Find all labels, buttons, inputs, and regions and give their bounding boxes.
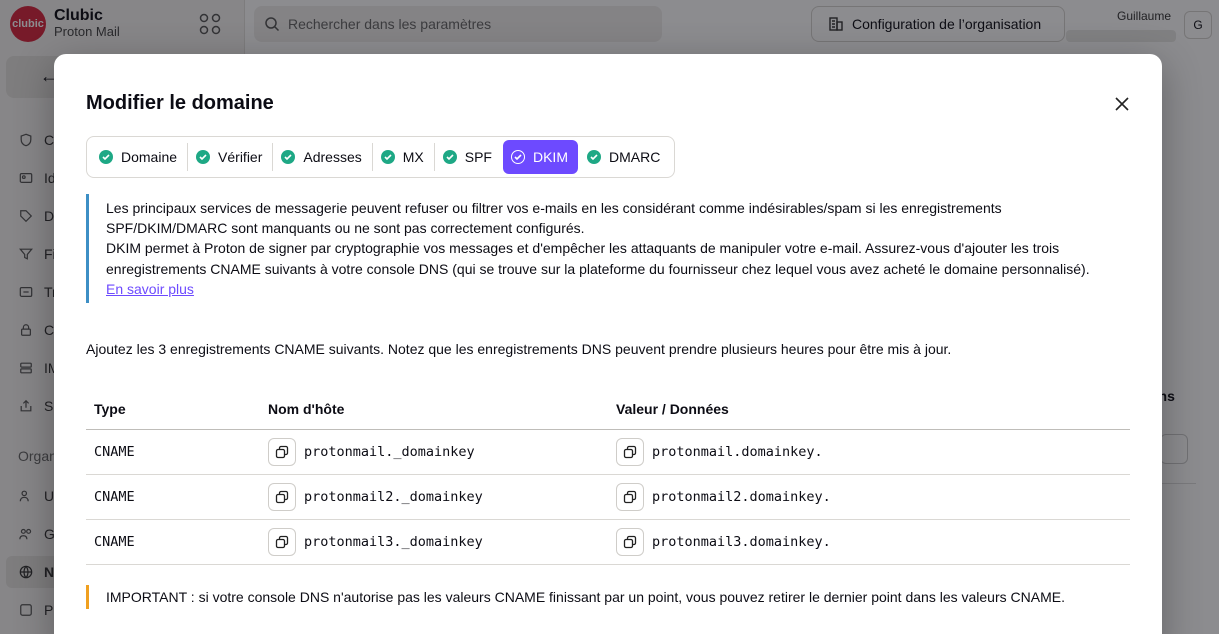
copy-icon [623, 490, 637, 503]
info-paragraph-1: Les principaux services de messagerie pe… [106, 200, 1002, 237]
record-value: protonmail.domainkey. [652, 443, 823, 460]
check-circle-icon [380, 150, 395, 164]
check-circle-icon [196, 150, 211, 164]
copy-icon [275, 535, 289, 548]
check-circle-icon [586, 150, 601, 164]
copy-value-button[interactable] [616, 437, 644, 466]
copy-host-button[interactable] [268, 482, 296, 511]
tab-dmarc[interactable]: DMARC [579, 140, 670, 174]
table-header-row: Type Nom d'hôte Valeur / Données [86, 390, 1130, 430]
record-value: protonmail2.domainkey. [652, 488, 831, 505]
table-row: CNAME protonmail3._domainkey protonmail3… [86, 519, 1130, 565]
learn-more-link[interactable]: En savoir plus [106, 281, 194, 297]
record-host: protonmail2._domainkey [304, 488, 483, 505]
record-type: CNAME [86, 519, 260, 565]
edit-domain-modal: Modifier le domaine Domaine Vérifier Adr… [54, 54, 1162, 634]
column-header-host: Nom d'hôte [260, 390, 608, 430]
copy-icon [623, 445, 637, 458]
copy-value-button[interactable] [616, 482, 644, 511]
check-circle-icon [281, 150, 296, 164]
step-tabs: Domaine Vérifier Adresses MX SPF DKIM DM… [86, 136, 676, 178]
column-header-value: Valeur / Données [608, 390, 1130, 430]
record-value: protonmail3.domainkey. [652, 533, 831, 550]
info-paragraph-2: DKIM permet à Proton de signer par crypt… [106, 240, 1090, 277]
copy-icon [275, 445, 289, 458]
copy-value-button[interactable] [616, 527, 644, 556]
tab-verifier[interactable]: Vérifier [188, 140, 272, 174]
dns-records-table: Type Nom d'hôte Valeur / Données CNAME p… [86, 390, 1130, 565]
check-circle-icon [99, 150, 113, 164]
copy-icon [275, 490, 289, 503]
check-circle-icon [442, 150, 457, 164]
important-warning: IMPORTANT : si votre console DNS n'autor… [86, 585, 1130, 609]
table-row: CNAME protonmail._domainkey protonmail.d… [86, 429, 1130, 475]
column-header-type: Type [86, 390, 260, 430]
check-circle-icon [510, 150, 525, 164]
copy-host-button[interactable] [268, 437, 296, 466]
tab-adresses[interactable]: Adresses [273, 140, 371, 174]
instruction-text: Ajoutez les 3 enregistrements CNAME suiv… [86, 341, 952, 357]
record-type: CNAME [86, 474, 260, 520]
close-icon [1115, 97, 1129, 111]
tab-domaine[interactable]: Domaine [91, 140, 187, 174]
record-host: protonmail3._domainkey [304, 533, 483, 550]
tab-dkim[interactable]: DKIM [502, 140, 578, 174]
modal-title: Modifier le domaine [86, 92, 274, 114]
tab-mx[interactable]: MX [373, 140, 434, 174]
tab-spf[interactable]: SPF [435, 140, 502, 174]
info-callout: Les principaux services de messagerie pe… [86, 194, 1130, 304]
table-row: CNAME protonmail2._domainkey protonmail2… [86, 474, 1130, 520]
close-button[interactable] [1110, 92, 1134, 116]
record-type: CNAME [86, 429, 260, 475]
record-host: protonmail._domainkey [304, 443, 475, 460]
copy-icon [623, 535, 637, 548]
copy-host-button[interactable] [268, 527, 296, 556]
